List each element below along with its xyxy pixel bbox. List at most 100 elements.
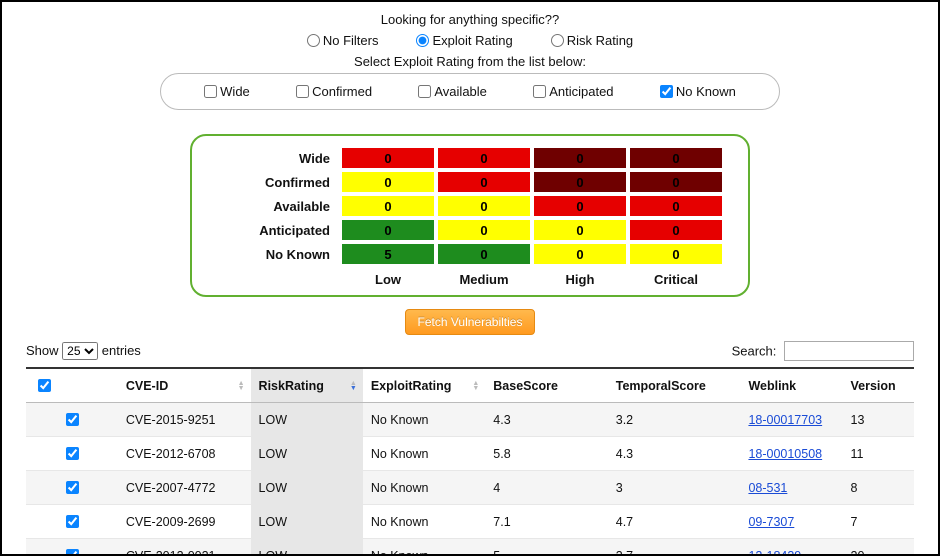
column-header-risk[interactable]: RiskRating ▲▼ xyxy=(251,368,363,403)
check-available[interactable]: Available xyxy=(418,84,487,99)
matrix-cell-anticipated-high: 0 xyxy=(534,220,626,240)
cell-version: 8 xyxy=(843,471,915,505)
matrix-col-label-medium: Medium xyxy=(438,272,530,287)
matrix-cell-wide-medium: 0 xyxy=(438,148,530,168)
matrix-cell-confirmed-low: 0 xyxy=(342,172,434,192)
cell-weblink: 18-00017703 xyxy=(740,403,842,437)
column-header-cve[interactable]: CVE-ID ▲▼ xyxy=(118,368,251,403)
matrix-col-label-low: Low xyxy=(342,272,434,287)
column-header-exploit[interactable]: ExploitRating ▲▼ xyxy=(363,368,485,403)
radio-no-filters-label: No Filters xyxy=(323,33,379,48)
matrix-cell-anticipated-critical: 0 xyxy=(630,220,722,240)
radio-no-filters-input[interactable] xyxy=(307,34,320,47)
matrix-cell-wide-high: 0 xyxy=(534,148,626,168)
cell-cve: CVE-2012-0021 xyxy=(118,539,251,556)
cell-cve: CVE-2012-6708 xyxy=(118,437,251,471)
row-checkbox[interactable] xyxy=(66,515,79,528)
table-row: CVE-2009-2699LOWNo Known7.14.709-73077 xyxy=(26,505,914,539)
table-row: CVE-2007-4772LOWNo Known4308-5318 xyxy=(26,471,914,505)
check-confirmed-input[interactable] xyxy=(296,85,309,98)
matrix-cell-noknown-critical: 0 xyxy=(630,244,722,264)
cell-version: 13 xyxy=(843,403,915,437)
cell-risk: LOW xyxy=(251,471,363,505)
show-entries-control: Show 25 entries xyxy=(26,342,141,360)
matrix-row-label-anticipated: Anticipated xyxy=(218,223,338,238)
column-header-select-all[interactable] xyxy=(26,368,118,403)
cell-risk: LOW xyxy=(251,505,363,539)
column-header-version-label: Version xyxy=(851,379,896,393)
check-available-input[interactable] xyxy=(418,85,431,98)
weblink[interactable]: 09-7307 xyxy=(748,515,794,529)
table-row: CVE-2012-0021LOWNo Known53.712-1843920 xyxy=(26,539,914,556)
fetch-vulnerabilities-button[interactable]: Fetch Vulnerabilties xyxy=(405,309,536,335)
filter-prompt: Looking for anything specific?? xyxy=(26,12,914,27)
column-header-base-label: BaseScore xyxy=(493,379,558,393)
exploit-checkbox-group: Wide Confirmed Available Anticipated No … xyxy=(160,73,780,110)
check-wide[interactable]: Wide xyxy=(204,84,250,99)
radio-exploit-rating-input[interactable] xyxy=(416,34,429,47)
cell-cve: CVE-2009-2699 xyxy=(118,505,251,539)
select-all-checkbox[interactable] xyxy=(38,379,51,392)
radio-risk-rating-input[interactable] xyxy=(551,34,564,47)
cell-temporal: 3 xyxy=(608,471,741,505)
check-no-known-input[interactable] xyxy=(660,85,673,98)
cell-temporal: 4.7 xyxy=(608,505,741,539)
radio-risk-rating[interactable]: Risk Rating xyxy=(551,33,633,48)
matrix-cell-available-high: 0 xyxy=(534,196,626,216)
radio-exploit-rating[interactable]: Exploit Rating xyxy=(416,33,512,48)
search-input[interactable] xyxy=(784,341,914,361)
sort-icon: ▲▼ xyxy=(472,381,479,391)
weblink[interactable]: 18-00010508 xyxy=(748,447,822,461)
filter-radio-group: No Filters Exploit Rating Risk Rating xyxy=(26,33,914,48)
matrix-cell-confirmed-critical: 0 xyxy=(630,172,722,192)
check-available-label: Available xyxy=(434,84,487,99)
column-header-exploit-label: ExploitRating xyxy=(371,379,452,393)
check-wide-input[interactable] xyxy=(204,85,217,98)
cell-exploit: No Known xyxy=(363,505,485,539)
matrix-row-label-noknown: No Known xyxy=(218,247,338,262)
row-checkbox-cell[interactable] xyxy=(26,539,118,556)
weblink[interactable]: 18-00017703 xyxy=(748,413,822,427)
cell-version: 20 xyxy=(843,539,915,556)
row-checkbox[interactable] xyxy=(66,413,79,426)
cell-base: 7.1 xyxy=(485,505,607,539)
radio-no-filters[interactable]: No Filters xyxy=(307,33,379,48)
matrix-cell-wide-critical: 0 xyxy=(630,148,722,168)
cell-temporal: 3.7 xyxy=(608,539,741,556)
row-checkbox-cell[interactable] xyxy=(26,505,118,539)
weblink[interactable]: 08-531 xyxy=(748,481,787,495)
row-checkbox[interactable] xyxy=(66,481,79,494)
matrix-cell-noknown-low: 5 xyxy=(342,244,434,264)
matrix-cell-anticipated-medium: 0 xyxy=(438,220,530,240)
matrix-cell-confirmed-medium: 0 xyxy=(438,172,530,192)
check-anticipated-input[interactable] xyxy=(533,85,546,98)
exploit-risk-matrix: Wide 0 0 0 0 Confirmed 0 0 0 0 Available… xyxy=(190,134,750,297)
column-header-base[interactable]: BaseScore xyxy=(485,368,607,403)
radio-exploit-rating-label: Exploit Rating xyxy=(432,33,512,48)
matrix-row-label-wide: Wide xyxy=(218,151,338,166)
check-confirmed[interactable]: Confirmed xyxy=(296,84,372,99)
column-header-weblink[interactable]: Weblink xyxy=(740,368,842,403)
column-header-temporal[interactable]: TemporalScore xyxy=(608,368,741,403)
row-checkbox-cell[interactable] xyxy=(26,471,118,505)
row-checkbox-cell[interactable] xyxy=(26,437,118,471)
row-checkbox[interactable] xyxy=(66,447,79,460)
matrix-cell-anticipated-low: 0 xyxy=(342,220,434,240)
row-checkbox[interactable] xyxy=(66,549,79,556)
cell-exploit: No Known xyxy=(363,437,485,471)
weblink[interactable]: 12-18439 xyxy=(748,549,801,556)
show-entries-select[interactable]: 25 xyxy=(62,342,98,360)
row-checkbox-cell[interactable] xyxy=(26,403,118,437)
check-no-known[interactable]: No Known xyxy=(660,84,736,99)
column-header-temporal-label: TemporalScore xyxy=(616,379,706,393)
check-anticipated[interactable]: Anticipated xyxy=(533,84,613,99)
radio-risk-rating-label: Risk Rating xyxy=(567,33,633,48)
matrix-cell-wide-low: 0 xyxy=(342,148,434,168)
check-wide-label: Wide xyxy=(220,84,250,99)
cell-temporal: 3.2 xyxy=(608,403,741,437)
cell-cve: CVE-2007-4772 xyxy=(118,471,251,505)
matrix-cell-noknown-medium: 0 xyxy=(438,244,530,264)
check-anticipated-label: Anticipated xyxy=(549,84,613,99)
column-header-version[interactable]: Version xyxy=(843,368,915,403)
column-header-risk-label: RiskRating xyxy=(259,379,324,393)
